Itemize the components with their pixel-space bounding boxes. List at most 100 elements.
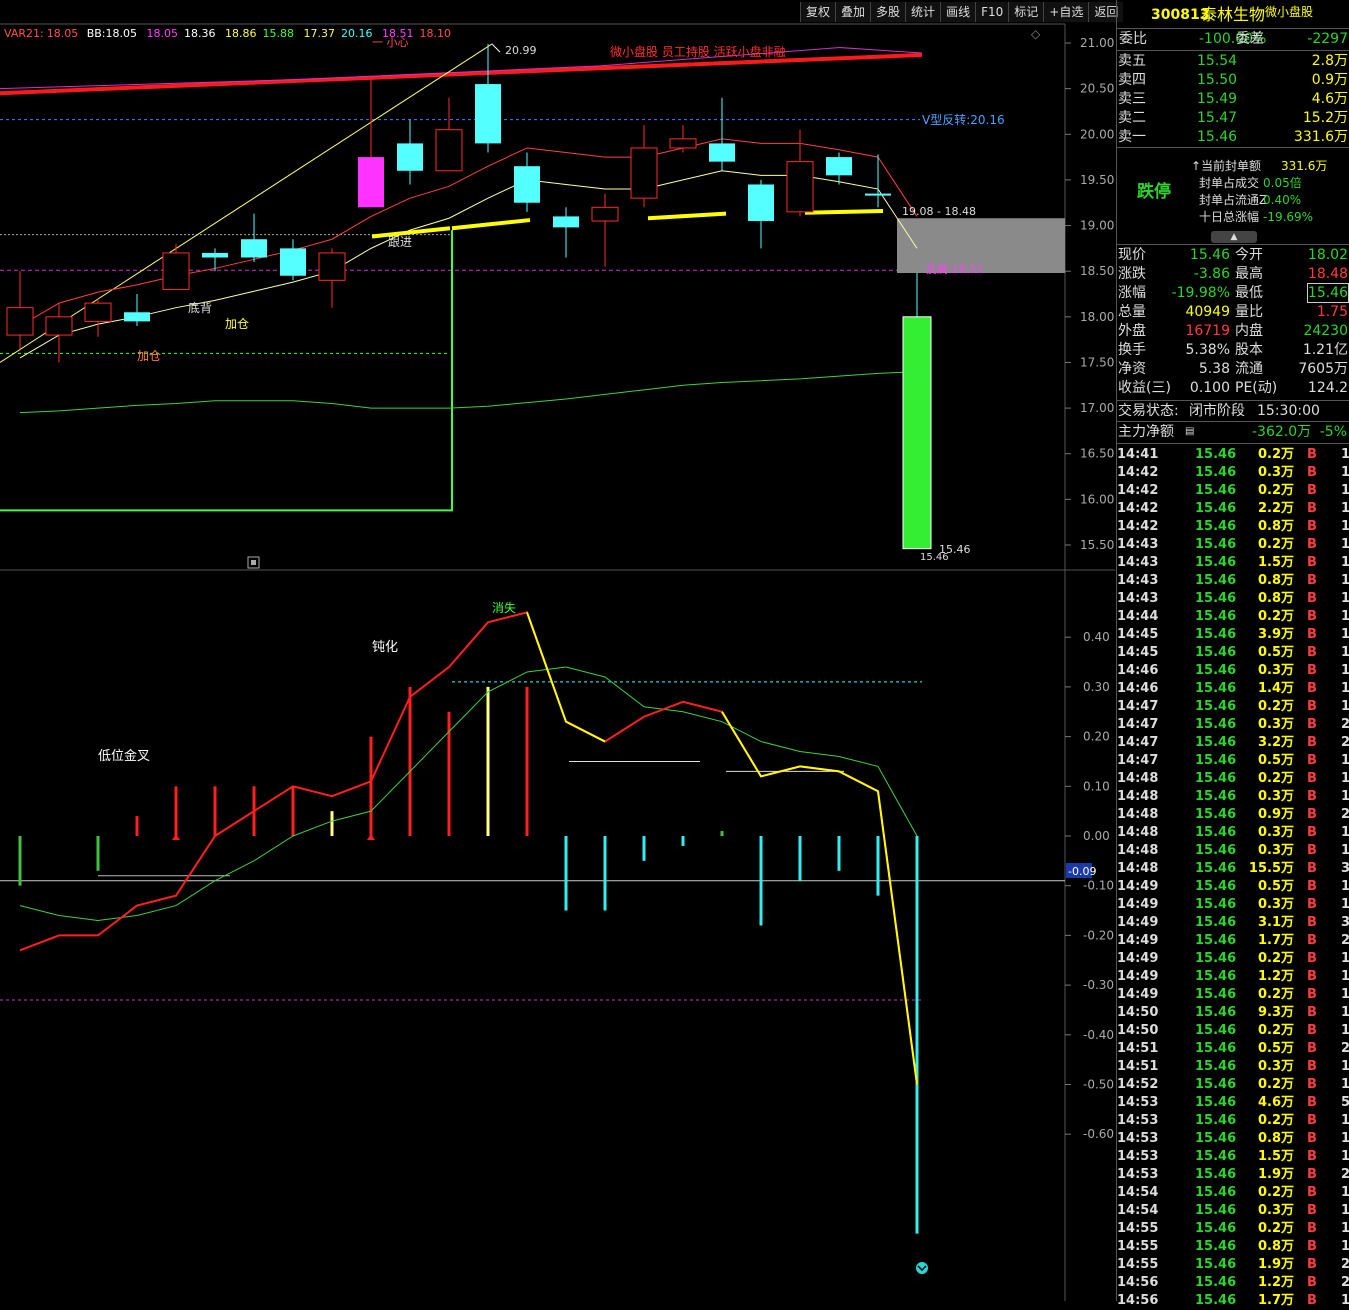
fanzhuan-label: 反属:18.51 <box>926 263 983 276</box>
tick-time: 14:53 <box>1117 1131 1159 1146</box>
tick-price: 15.46 <box>1195 969 1237 984</box>
tick-time: 14:49 <box>1117 915 1159 930</box>
candle-body <box>591 206 619 222</box>
price-axis-label: 18.00 <box>1080 310 1114 324</box>
tick-time: 14:41 <box>1117 447 1159 462</box>
stat-value: 18.48 <box>1307 266 1348 282</box>
tick-time: 14:46 <box>1117 663 1159 678</box>
ask-volume: 331.6万 <box>1293 129 1348 145</box>
tick-row: 14:54 15.46 0.3万 B 1 <box>1117 1202 1349 1220</box>
tick-count: 1 <box>1341 843 1349 858</box>
stat-label: 外盘 <box>1118 323 1146 339</box>
tick-row: 14:43 15.46 0.8万 B 1 <box>1117 572 1349 590</box>
tick-price: 15.46 <box>1195 1041 1237 1056</box>
stat-row: 涨幅 -19.98% 最低 15.46 <box>1117 283 1349 303</box>
tick-volume: 0.2万 <box>1257 537 1294 552</box>
tick-count: 1 <box>1341 969 1349 984</box>
tick-price: 15.46 <box>1195 519 1237 534</box>
tick-time: 14:49 <box>1117 879 1159 894</box>
di-wei-jin-cha-label: 低位金叉 <box>98 748 150 764</box>
tick-time: 14:56 <box>1117 1293 1159 1308</box>
ask-price: 15.46 <box>1197 129 1238 145</box>
tick-volume: 3.9万 <box>1257 627 1294 642</box>
stat-label: 收益(三) <box>1118 380 1171 396</box>
tick-row: 14:42 15.46 0.3万 B 1 <box>1117 464 1349 482</box>
tick-time: 14:53 <box>1117 1113 1159 1128</box>
limit-info-value: 0.05倍 <box>1263 176 1302 190</box>
ask-label: 卖四 <box>1118 72 1146 88</box>
tick-price: 15.46 <box>1195 807 1237 822</box>
stat-label: 量比 <box>1235 304 1263 320</box>
price-axis-label: 21.00 <box>1080 36 1114 50</box>
tick-price: 15.46 <box>1195 699 1237 714</box>
tick-row: 14:47 15.46 0.3万 B 2 <box>1117 716 1349 734</box>
tick-side: B <box>1307 1185 1317 1200</box>
tick-count: 1 <box>1341 645 1349 660</box>
tick-row: 14:47 15.46 0.2万 B 1 <box>1117 698 1349 716</box>
tick-price: 15.46 <box>1195 501 1237 516</box>
tick-row: 14:49 15.46 0.2万 B 1 <box>1117 950 1349 968</box>
price-axis-label: 20.50 <box>1080 82 1114 96</box>
tick-price: 15.46 <box>1195 1113 1237 1128</box>
tick-volume: 0.2万 <box>1257 987 1294 1002</box>
toolbar-button[interactable]: 标记 <box>1008 2 1044 22</box>
xiao-shi-label: 消失 <box>492 600 516 615</box>
list-icon[interactable]: ▤ <box>1185 423 1194 441</box>
tick-volume: 0.3万 <box>1257 789 1294 804</box>
tick-price: 15.46 <box>1195 951 1237 966</box>
tick-time: 14:43 <box>1117 573 1159 588</box>
toolbar-button[interactable]: 叠加 <box>835 2 871 22</box>
tick-time: 14:48 <box>1117 789 1159 804</box>
tick-price: 15.46 <box>1195 1221 1237 1236</box>
toolbar-button[interactable]: 复权 <box>800 2 836 22</box>
tick-count: 1 <box>1341 609 1349 624</box>
candle-body <box>397 143 423 171</box>
tick-time: 14:51 <box>1117 1041 1159 1056</box>
diamond-icon[interactable]: ◇ <box>1031 27 1041 41</box>
tick-row: 14:42 15.46 2.2万 B 1 <box>1117 500 1349 518</box>
candle-body <box>669 138 697 149</box>
tick-time: 14:48 <box>1117 807 1159 822</box>
tick-time: 14:50 <box>1117 1023 1159 1038</box>
candle-body <box>748 184 774 221</box>
tick-price: 15.46 <box>1195 753 1237 768</box>
tick-row: 14:43 15.46 0.8万 B 1 <box>1117 590 1349 608</box>
toolbar-button[interactable]: F10 <box>975 2 1009 22</box>
collapse-button[interactable]: ▲ <box>1211 231 1257 243</box>
tick-side: B <box>1307 1293 1317 1308</box>
tick-side: B <box>1307 1041 1317 1056</box>
toolbar-button[interactable]: 多股 <box>870 2 906 22</box>
toolbar-button[interactable]: 画线 <box>940 2 976 22</box>
v-reversal-label: V型反转:20.16 <box>922 112 1005 127</box>
chevron-down-icon[interactable] <box>916 1262 928 1274</box>
stat-row: 总量 40949 量比 1.75 <box>1117 303 1349 321</box>
tick-volume: 0.9万 <box>1257 807 1294 822</box>
tick-side: B <box>1307 915 1317 930</box>
tick-row: 14:45 15.46 3.9万 B 1 <box>1117 626 1349 644</box>
tick-time: 14:49 <box>1117 897 1159 912</box>
kline-chart[interactable]: 21.00 20.50 20.00 19.50 19.00 18.50 18.00 17.50… <box>0 0 1115 1301</box>
tick-side: B <box>1307 591 1317 606</box>
tick-count: 1 <box>1341 825 1349 840</box>
candle-body <box>45 316 73 336</box>
tick-price: 15.46 <box>1195 843 1237 858</box>
tick-side: B <box>1307 825 1317 840</box>
tick-side: B <box>1307 843 1317 858</box>
tick-side: B <box>1307 789 1317 804</box>
tick-side: B <box>1307 1167 1317 1182</box>
tick-volume: 1.9万 <box>1257 1167 1294 1182</box>
tick-row: 14:41 15.46 0.2万 B 1 <box>1117 446 1349 464</box>
toolbar-button[interactable]: 统计 <box>905 2 941 22</box>
tick-volume: 0.8万 <box>1257 1239 1294 1254</box>
tick-side: B <box>1307 663 1317 678</box>
tick-volume: 0.2万 <box>1257 1113 1294 1128</box>
ask-row: 卖五 15.54 2.8万 <box>1117 52 1349 70</box>
tick-volume: 0.2万 <box>1257 1023 1294 1038</box>
tick-volume: 0.3万 <box>1257 843 1294 858</box>
tick-time: 14:51 <box>1117 1059 1159 1074</box>
toolbar-button[interactable]: +自选 <box>1043 2 1089 22</box>
limit-info-key: 封单占成交 <box>1199 176 1260 190</box>
tick-volume: 0.3万 <box>1257 465 1294 480</box>
jia-cang-label: 加仓 <box>225 317 249 331</box>
stat-value: 7605万 <box>1298 361 1348 377</box>
